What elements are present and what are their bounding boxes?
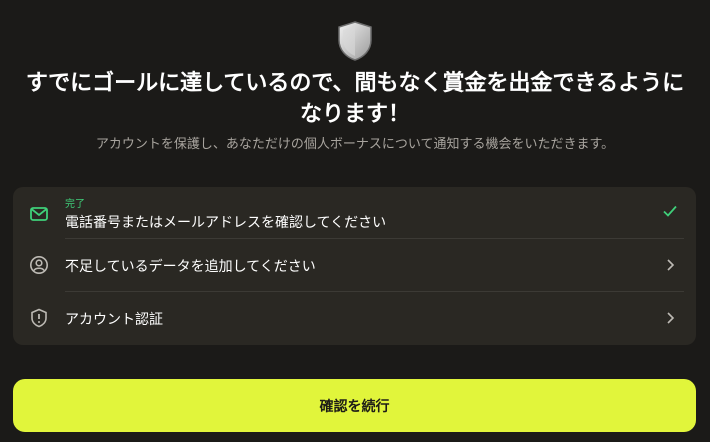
step-label: 不足しているデータを追加してください <box>65 259 316 275</box>
steps-card: 完了 電話番号またはメールアドレスを確認してください 不足しているデータを追加し… <box>13 187 696 345</box>
check-icon <box>662 203 678 219</box>
step-add-data[interactable]: 不足しているデータを追加してください <box>13 239 696 291</box>
step-label: アカウント認証 <box>65 312 163 328</box>
shield-icon <box>336 20 374 62</box>
step-verify-contact[interactable]: 完了 電話番号またはメールアドレスを確認してください <box>13 187 696 238</box>
chevron-right-icon <box>662 257 678 273</box>
page-title: すでにゴールに達しているので、間もなく賞金を出金できるようになります！ <box>25 71 685 127</box>
step-account-verification[interactable]: アカウント認証 <box>13 292 696 345</box>
chevron-right-icon <box>662 310 678 326</box>
continue-verification-button[interactable]: 確認を続行 <box>13 379 696 432</box>
step-label: 電話番号またはメールアドレスを確認してください <box>65 215 387 231</box>
mail-icon <box>29 204 49 224</box>
user-circle-icon <box>29 255 49 275</box>
page-subtitle: アカウントを保護し、あなただけの個人ボーナスについて通知する機会をいただきます。 <box>95 137 615 152</box>
status-badge: 完了 <box>65 199 85 210</box>
shield-alert-icon <box>29 308 49 328</box>
